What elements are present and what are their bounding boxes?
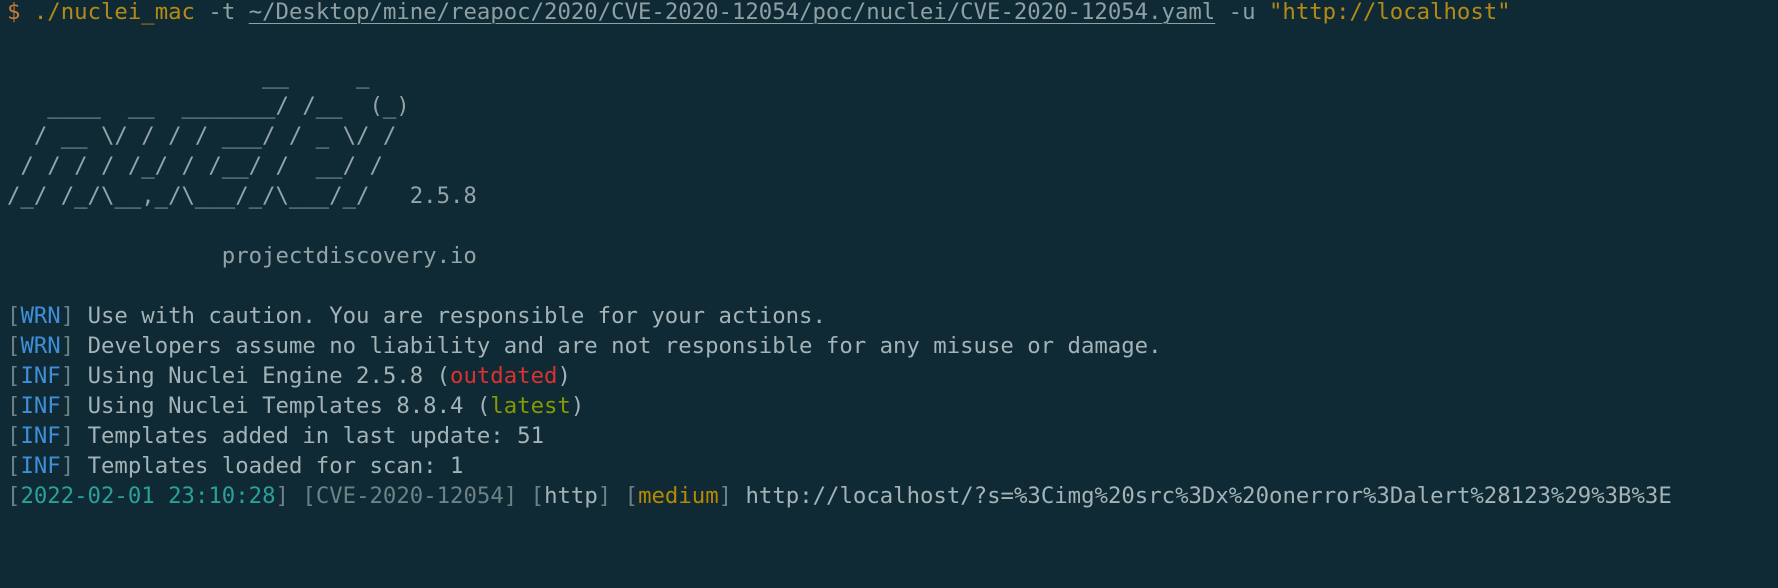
- log-tag-wrn: WRN: [20, 333, 61, 359]
- log-text: Using Nuclei Templates 8.8.4 (: [74, 393, 491, 419]
- log-line: [INF] Templates added in last update: 51: [7, 423, 544, 449]
- banner-line-3: / __ \/ / / / ___/ / _ \/ /: [7, 123, 397, 149]
- log-text: Templates added in last update: 51: [74, 423, 544, 449]
- prompt-symbol: $: [7, 0, 21, 25]
- log-tag-wrn: WRN: [20, 303, 61, 329]
- banner-line-4: / / / / /_/ / /__/ / __/ /: [7, 153, 383, 179]
- banner-site: projectdiscovery.io: [7, 243, 477, 269]
- log-line: [WRN] Developers assume no liability and…: [7, 333, 1162, 359]
- log-text: Use with caution. You are responsible fo…: [74, 303, 826, 329]
- banner-line-5: /_/ /_/\__,_/\___/_/\___/_/ 2.5.8: [7, 183, 477, 209]
- log-text: Developers assume no liability and are n…: [74, 333, 1162, 359]
- command-binary: ./nuclei_mac: [33, 0, 195, 25]
- log-line: [INF] Using Nuclei Templates 8.8.4 (late…: [7, 393, 585, 419]
- log-line: [WRN] Use with caution. You are responsi…: [7, 303, 826, 329]
- banner-line-2: ____ __ _______/ /__ (_): [7, 93, 410, 119]
- status-latest: latest: [490, 393, 571, 419]
- template-path-link[interactable]: ~/Desktop/mine/reapoc/2020/CVE-2020-1205…: [249, 0, 1216, 25]
- target-url-string: "http://localhost": [1268, 0, 1511, 25]
- result-protocol: http: [544, 483, 598, 509]
- log-text: Using Nuclei Engine 2.5.8 (: [74, 363, 451, 389]
- log-tag-inf: INF: [20, 393, 61, 419]
- log-tag-inf: INF: [20, 453, 61, 479]
- banner-line-1: __ _: [7, 63, 370, 89]
- log-line: [INF] Templates loaded for scan: 1: [7, 453, 464, 479]
- flag-url: -u: [1228, 0, 1256, 25]
- result-template-id: CVE-2020-12054: [315, 483, 504, 509]
- result-line: [2022-02-01 23:10:28] [CVE-2020-12054] […: [7, 483, 1672, 509]
- status-outdated: outdated: [450, 363, 558, 389]
- log-tag-inf: INF: [20, 423, 61, 449]
- flag-template: -t: [208, 0, 236, 25]
- result-timestamp: 2022-02-01 23:10:28: [20, 483, 276, 509]
- result-url[interactable]: http://localhost/?s=%3Cimg%20src%3Dx%20o…: [746, 483, 1672, 509]
- result-severity: medium: [638, 483, 719, 509]
- command-line: $ ./nuclei_mac -t ~/Desktop/mine/reapoc/…: [7, 0, 1511, 29]
- terminal-window[interactable]: $ ./nuclei_mac -t ~/Desktop/mine/reapoc/…: [0, 0, 1778, 588]
- log-text: Templates loaded for scan: 1: [74, 453, 464, 479]
- log-line: [INF] Using Nuclei Engine 2.5.8 (outdate…: [7, 363, 571, 389]
- log-tag-inf: INF: [20, 363, 61, 389]
